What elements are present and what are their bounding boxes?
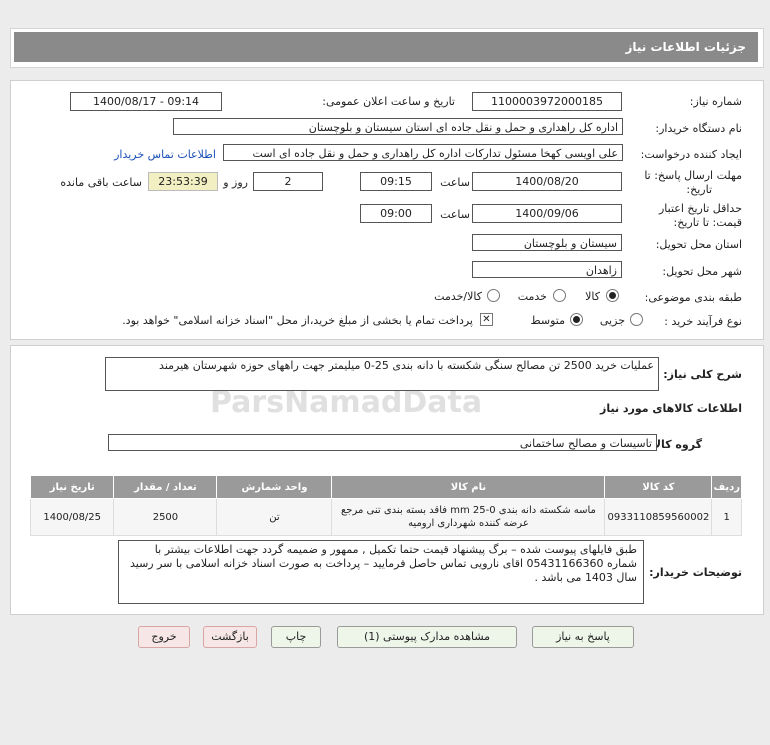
process-option-medium: متوسط <box>530 314 565 327</box>
city-field: زاهدان <box>472 261 622 278</box>
process-option-minor: جزیی <box>599 314 625 327</box>
days-label: روز و <box>223 176 248 189</box>
cell-row: 1 <box>711 498 742 536</box>
category-option-goods: کالا <box>585 290 600 303</box>
buyer-notes-label: توضیحات خریدار: <box>649 566 742 579</box>
col-unit: واحد شمارش <box>216 475 333 499</box>
reply-button[interactable]: پاسخ به نیاز <box>532 626 634 648</box>
category-radio-service[interactable] <box>553 289 566 302</box>
category-label: طبقه بندی موضوعی: <box>644 291 742 304</box>
goods-table: ردیف کد کالا نام کالا واحد شمارش تعداد /… <box>29 475 742 536</box>
province-field: سیستان و بلوچستان <box>472 234 622 251</box>
table-header-row: ردیف کد کالا نام کالا واحد شمارش تعداد /… <box>29 475 742 499</box>
summary-label: شرح کلی نیاز: <box>663 368 742 381</box>
announce-label: تاریخ و ساعت اعلان عمومی: <box>322 95 455 108</box>
deadline-label-2: تاریخ: <box>686 183 712 196</box>
goods-group-field: تاسیسات و مصالح ساختمانی <box>108 434 657 451</box>
deadline-date-field: 1400/08/20 <box>472 172 622 191</box>
remaining-time-label: ساعت باقی مانده <box>60 176 142 189</box>
city-label: شهر محل تحویل: <box>662 265 742 278</box>
validity-label-1: حداقل تاریخ اعتبار <box>658 202 742 215</box>
process-radio-minor[interactable] <box>630 313 643 326</box>
cell-code: 0933110859560002 <box>604 498 713 536</box>
remaining-time-field: 23:53:39 <box>148 172 218 191</box>
col-row: ردیف <box>711 475 742 499</box>
col-date: تاریخ نیاز <box>29 475 115 499</box>
table-row: 1 0933110859560002 ماسه شکسته دانه بندی … <box>29 498 742 536</box>
buyer-org-field: اداره کل راهداری و حمل و نقل جاده ای است… <box>173 118 623 135</box>
page-title: جزئیات اطلاعات نیاز <box>625 40 746 54</box>
need-number-label: شماره نیاز: <box>689 95 742 108</box>
buyer-notes-text: طبق فایلهای پیوست شده – برگ پیشنهاد قیمت… <box>118 540 644 604</box>
print-button[interactable]: چاپ <box>271 626 321 648</box>
creator-label: ایجاد کننده درخواست: <box>640 148 742 161</box>
col-name: نام کالا <box>331 475 606 499</box>
deadline-time-label: ساعت <box>440 176 470 189</box>
category-radio-goods[interactable] <box>606 289 619 302</box>
exit-button[interactable]: خروج <box>138 626 190 648</box>
payment-note: پرداخت تمام یا بخشی از مبلغ خرید،از محل … <box>122 314 473 327</box>
process-label: نوع فرآیند خرید : <box>664 315 742 328</box>
page-header: جزئیات اطلاعات نیاز <box>14 32 758 62</box>
announce-field: 1400/08/17 - 09:14 <box>70 92 222 111</box>
contact-buyer-link[interactable]: اطلاعات تماس خریدار <box>114 148 216 161</box>
creator-field: علی اویسی کهخا مسئول تدارکات اداره کل را… <box>223 144 623 161</box>
summary-text: عملیات خرید 2500 تن مصالح سنگی شکسته با … <box>105 357 659 391</box>
buyer-org-label: نام دستگاه خریدار: <box>655 122 742 135</box>
deadline-label-1: مهلت ارسال پاسخ: تا <box>644 169 742 182</box>
category-radio-goods-service[interactable] <box>487 289 500 302</box>
days-field: 2 <box>253 172 323 191</box>
province-label: استان محل تحویل: <box>655 238 742 251</box>
deadline-time-field: 09:15 <box>360 172 432 191</box>
back-button[interactable]: بازگشت <box>203 626 257 648</box>
goods-section-title: اطلاعات کالاهای مورد نیاز <box>600 402 742 415</box>
validity-time-field: 09:00 <box>360 204 432 223</box>
cell-unit: تن <box>216 498 333 536</box>
need-number-field: 1100003972000185 <box>472 92 622 111</box>
payment-checkbox[interactable]: ✕ <box>480 313 493 326</box>
cell-qty: 2500 <box>113 498 218 536</box>
view-documents-button[interactable]: مشاهده مدارک پیوستی (1) <box>337 626 517 648</box>
col-code: کد کالا <box>604 475 713 499</box>
col-qty: تعداد / مقدار <box>113 475 218 499</box>
category-option-service: خدمت <box>517 290 547 303</box>
cell-date: 1400/08/25 <box>29 498 115 536</box>
validity-date-field: 1400/09/06 <box>472 204 622 223</box>
cell-name: ماسه شکسته دانه بندی mm 25-0 فاقد بسته ب… <box>331 498 606 536</box>
process-radio-medium[interactable] <box>570 313 583 326</box>
category-option-goods-service: کالا/خدمت <box>434 290 482 303</box>
validity-time-label: ساعت <box>440 208 470 221</box>
validity-label-2: قیمت: تا تاریخ: <box>673 216 742 229</box>
